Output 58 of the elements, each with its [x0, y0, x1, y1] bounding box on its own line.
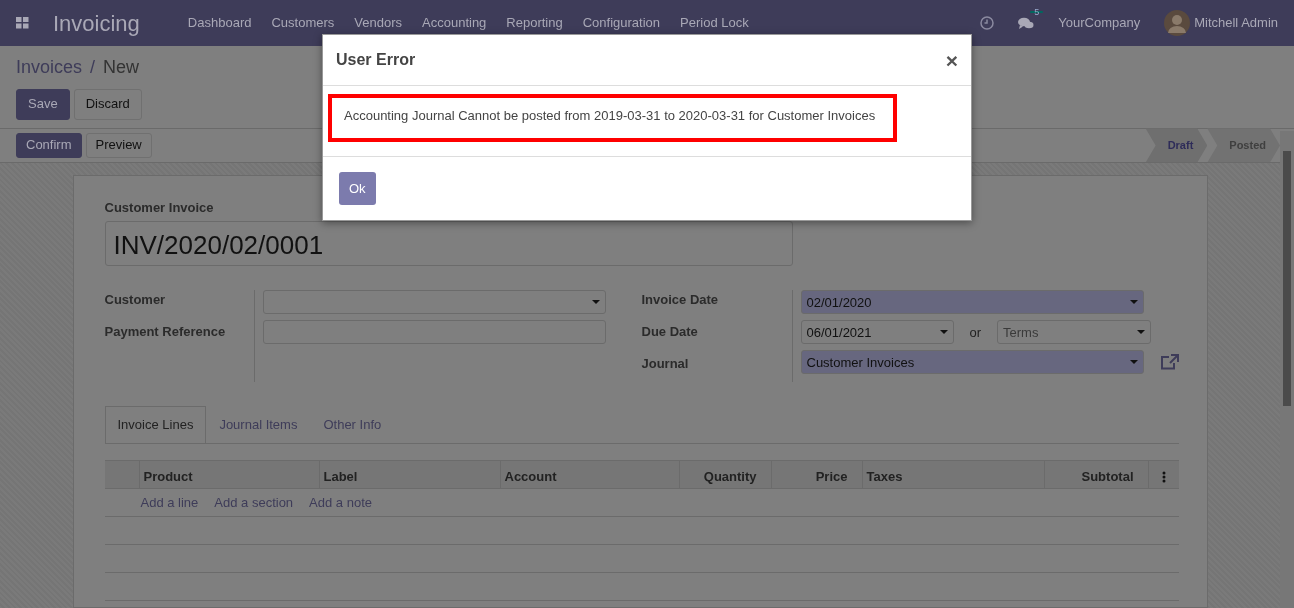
breadcrumb-current: New: [103, 56, 140, 79]
add-link[interactable]: Add a section: [214, 492, 294, 513]
menu-item[interactable]: Customers: [271, 13, 335, 33]
tab[interactable]: Other Info: [310, 406, 395, 443]
error-message: Accounting Journal Cannot be posted from 2019-03-31 to 2020-03-31 for Customer Invoices: [328, 94, 897, 142]
menu-item[interactable]: Dashboard: [187, 13, 252, 33]
menu-item[interactable]: Reporting: [506, 13, 563, 33]
menu-item[interactable]: Accounting: [422, 13, 487, 33]
caret-icon: [591, 300, 600, 305]
field-label: Invoice Date: [641, 291, 720, 310]
breadcrumb-separator: /: [90, 56, 96, 79]
user-name[interactable]: Mitchell Admin: [1194, 13, 1278, 33]
terms-select-field[interactable]: Terms: [997, 320, 1152, 345]
app-name[interactable]: Invoicing: [53, 6, 140, 40]
form-button[interactable]: Save: [16, 89, 70, 120]
conjunction-text: or: [969, 323, 982, 342]
invoice-number-field[interactable]: INV/2020/02/0001: [104, 221, 793, 267]
field-label: Journal: [641, 355, 690, 374]
message-count-badge: 5: [1030, 10, 1044, 13]
menu-item[interactable]: Vendors: [354, 13, 402, 33]
select-field[interactable]: [262, 290, 606, 315]
select-field[interactable]: 02/01/2020: [800, 290, 1144, 315]
field-label: Due Date: [641, 323, 699, 342]
field-label: Customer: [104, 291, 167, 310]
menu-item[interactable]: Configuration: [582, 13, 661, 33]
clock-icon[interactable]: [980, 16, 995, 30]
avatar: [1164, 10, 1191, 36]
status-step[interactable]: Draft: [1145, 128, 1208, 163]
add-link[interactable]: Add a note: [309, 492, 372, 513]
action-button[interactable]: Preview: [85, 132, 152, 158]
dialog-title: User Error: [336, 50, 416, 70]
caret-icon: [939, 330, 948, 335]
select-field[interactable]: Customer Invoices: [800, 350, 1144, 375]
tab[interactable]: Journal Items: [206, 406, 311, 443]
date-field[interactable]: 06/01/2021: [800, 320, 954, 345]
caret-icon: [1129, 360, 1138, 365]
column-header[interactable]: Quantity: [678, 460, 771, 488]
caret-icon: [1137, 330, 1146, 335]
close-button[interactable]: ×: [945, 49, 958, 71]
field-label: Customer Invoice: [104, 198, 215, 217]
ok-button[interactable]: Ok: [339, 171, 376, 205]
column-header[interactable]: Label: [318, 460, 500, 488]
add-link[interactable]: Add a line: [140, 492, 199, 513]
column-header[interactable]: Subtotal: [1043, 460, 1148, 488]
column-header[interactable]: Product: [138, 460, 319, 488]
column-header[interactable]: Price: [770, 460, 862, 488]
column-header[interactable]: Taxes: [861, 460, 1044, 488]
tab[interactable]: Invoice Lines: [104, 406, 207, 443]
apps-menu-icon[interactable]: [16, 17, 29, 29]
breadcrumb-link[interactable]: Invoices: [16, 54, 83, 81]
field-label: Payment Reference: [104, 323, 227, 342]
company-name[interactable]: YourCompany: [1058, 13, 1141, 33]
form-button[interactable]: Discard: [73, 89, 142, 120]
column-header[interactable]: Account: [499, 460, 679, 488]
external-link-icon[interactable]: [1159, 353, 1180, 372]
caret-icon: [1129, 300, 1138, 305]
action-button[interactable]: Confirm: [16, 132, 82, 158]
menu-item[interactable]: Period Lock: [680, 13, 749, 33]
